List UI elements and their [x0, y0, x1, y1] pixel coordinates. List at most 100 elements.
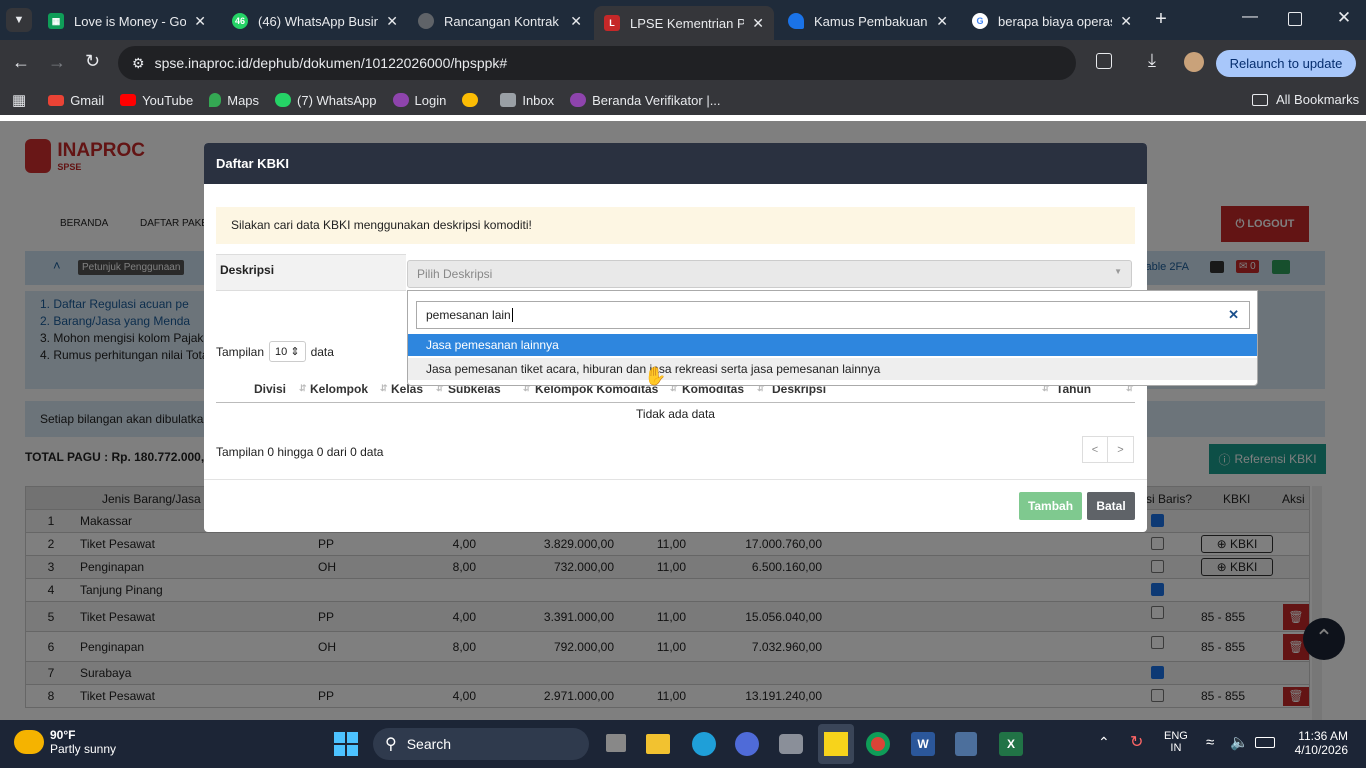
- bookmark-whatsapp[interactable]: (7) WhatsApp: [275, 93, 377, 108]
- back-icon[interactable]: ←: [12, 52, 30, 73]
- maps-icon: [209, 93, 222, 107]
- apps-grid-icon[interactable]: ▦: [12, 91, 26, 109]
- bookmark-photos[interactable]: [462, 93, 484, 107]
- reload-icon[interactable]: ↻: [85, 51, 100, 72]
- table-info: Tampilan 0 hingga 0 dari 0 data: [216, 445, 384, 459]
- batal-button[interactable]: Batal: [1087, 492, 1135, 520]
- length-control: Tampilan 10 ⇕ data: [216, 341, 334, 362]
- forward-icon[interactable]: →: [48, 52, 66, 73]
- close-icon[interactable]: ✕: [752, 15, 764, 32]
- url-text[interactable]: spse.inaproc.id/dephub/dokumen/101220260…: [155, 55, 508, 71]
- download-icon[interactable]: ⤓: [1148, 50, 1156, 71]
- tambah-button[interactable]: Tambah: [1019, 492, 1082, 520]
- sticky-notes-icon[interactable]: [818, 724, 854, 764]
- photos-icon: [462, 93, 479, 107]
- youtube-icon: [120, 94, 137, 106]
- camera-icon[interactable]: [779, 734, 803, 754]
- login-icon: [392, 93, 409, 107]
- language-indicator[interactable]: ENG IN: [1164, 730, 1188, 754]
- task-view-icon[interactable]: [606, 734, 626, 752]
- sync-icon[interactable]: ↻: [1130, 732, 1143, 752]
- bookmark-inbox[interactable]: Inbox: [500, 93, 554, 108]
- bookmarks-bar: ▦ Gmail YouTube Maps (7) WhatsApp Login …: [0, 85, 1366, 115]
- lpse-icon: L: [604, 15, 620, 31]
- minimize-button[interactable]: —: [1240, 8, 1260, 32]
- tab-rancangan-kontrak[interactable]: Rancangan Kontrak P ✕: [408, 6, 592, 36]
- calculator-icon[interactable]: [955, 732, 977, 756]
- wifi-icon[interactable]: ≈: [1206, 734, 1214, 751]
- column-header[interactable]: Divisi: [254, 382, 286, 396]
- tab-kamus[interactable]: Kamus Pembakuan S ✕: [778, 6, 958, 36]
- address-bar[interactable]: ⚙ spse.inaproc.id/dephub/dokumen/1012202…: [118, 46, 1076, 80]
- globe-icon: [418, 13, 434, 29]
- tab-whatsapp[interactable]: 46 (46) WhatsApp Busin ✕: [222, 6, 408, 36]
- close-icon[interactable]: ✕: [194, 13, 206, 30]
- whatsapp-icon: 46: [232, 13, 248, 29]
- restore-button[interactable]: [1288, 12, 1302, 26]
- next-page-button[interactable]: >: [1108, 436, 1134, 463]
- all-bookmarks[interactable]: All Bookmarks: [1252, 92, 1359, 107]
- battery-icon[interactable]: [1255, 737, 1275, 748]
- chrome-icon[interactable]: [866, 732, 890, 756]
- gmail-icon: [48, 94, 65, 106]
- dropdown-option-highlighted[interactable]: Jasa pemesanan lainnya: [408, 334, 1257, 356]
- modal-footer-divider: [204, 479, 1147, 480]
- edge-icon[interactable]: [692, 732, 716, 756]
- close-window-button[interactable]: ✕: [1334, 8, 1354, 32]
- bookmark-maps[interactable]: Maps: [209, 93, 259, 108]
- tray-chevron-icon[interactable]: ⌃: [1098, 734, 1110, 751]
- close-icon[interactable]: ✕: [1120, 13, 1132, 30]
- search-icon: ⚲: [385, 736, 397, 753]
- windows-taskbar: 90°F Partly sunny ⚲ Search W X ⌃ ↻ ENG I…: [0, 720, 1366, 768]
- bookmark-youtube[interactable]: YouTube: [120, 93, 193, 108]
- close-icon[interactable]: ✕: [386, 13, 398, 30]
- deskripsi-select[interactable]: Pilih Deskripsi ▼: [407, 260, 1132, 288]
- clear-search-icon[interactable]: ✕: [1228, 307, 1239, 323]
- app-icon[interactable]: [735, 732, 759, 756]
- clock[interactable]: 11:36 AM 4/10/2026: [1288, 729, 1348, 757]
- close-icon[interactable]: ✕: [570, 13, 582, 30]
- no-data-cell: Tidak ada data: [636, 407, 715, 421]
- dropdown-caret-icon: ▼: [1114, 267, 1122, 276]
- dropdown-search-input[interactable]: pemesanan lain ✕: [416, 301, 1250, 329]
- column-header[interactable]: Kelompok: [310, 382, 368, 396]
- page-size-select[interactable]: 10 ⇕: [269, 341, 306, 362]
- tab-google-search[interactable]: G berapa biaya operasi ✕: [962, 6, 1142, 36]
- mouse-cursor-icon: ✋: [644, 366, 667, 386]
- prev-page-button[interactable]: <: [1082, 436, 1108, 463]
- deskripsi-label-cell: Deskripsi: [216, 254, 406, 291]
- tab-search-button[interactable]: ▼: [6, 8, 32, 32]
- inbox-icon: [500, 93, 517, 107]
- dropdown-option[interactable]: Jasa pemesanan tiket acara, hiburan dan …: [408, 358, 1257, 380]
- pagination: < >: [1082, 436, 1134, 463]
- google-icon: G: [972, 13, 988, 29]
- site-info-icon[interactable]: ⚙: [132, 55, 145, 72]
- tab-lpse-active[interactable]: L LPSE Kementrian Perl ✕: [594, 6, 774, 40]
- globe-icon: [570, 93, 587, 107]
- start-button[interactable]: [334, 732, 358, 756]
- select-dropdown: pemesanan lain ✕ Jasa pemesanan lainnya …: [407, 290, 1258, 386]
- taskbar-search[interactable]: ⚲ Search: [373, 728, 589, 760]
- whatsapp-icon: [275, 93, 292, 107]
- weather-widget[interactable]: 90°F Partly sunny: [14, 728, 116, 756]
- kbki-modal: Daftar KBKI Silakan cari data KBKI mengg…: [204, 143, 1258, 532]
- sort-icon[interactable]: ⇵: [380, 383, 388, 394]
- partly-sunny-icon: [14, 730, 44, 754]
- file-explorer-icon[interactable]: [646, 734, 670, 754]
- info-alert: Silakan cari data KBKI menggunakan deskr…: [216, 207, 1135, 244]
- excel-icon[interactable]: X: [999, 732, 1023, 756]
- profile-avatar[interactable]: [1184, 52, 1204, 72]
- relaunch-button[interactable]: Relaunch to update: [1216, 50, 1356, 77]
- word-icon[interactable]: W: [911, 732, 935, 756]
- tab-strip: ▼ ▦ Love is Money - Goo ✕ 46 (46) WhatsA…: [0, 0, 1366, 40]
- bookmark-gmail[interactable]: Gmail: [48, 93, 104, 108]
- volume-icon[interactable]: 🔈: [1230, 733, 1249, 751]
- tab-love-is-money[interactable]: ▦ Love is Money - Goo ✕: [38, 6, 216, 36]
- bookmark-login[interactable]: Login: [392, 93, 446, 108]
- new-tab-button[interactable]: +: [1150, 8, 1172, 32]
- extensions-icon[interactable]: [1096, 53, 1112, 69]
- bookmark-beranda[interactable]: Beranda Verifikator |...: [570, 93, 721, 108]
- close-icon[interactable]: ✕: [936, 13, 948, 30]
- sort-icon[interactable]: ⇵: [299, 383, 307, 394]
- folder-icon: [1252, 93, 1268, 106]
